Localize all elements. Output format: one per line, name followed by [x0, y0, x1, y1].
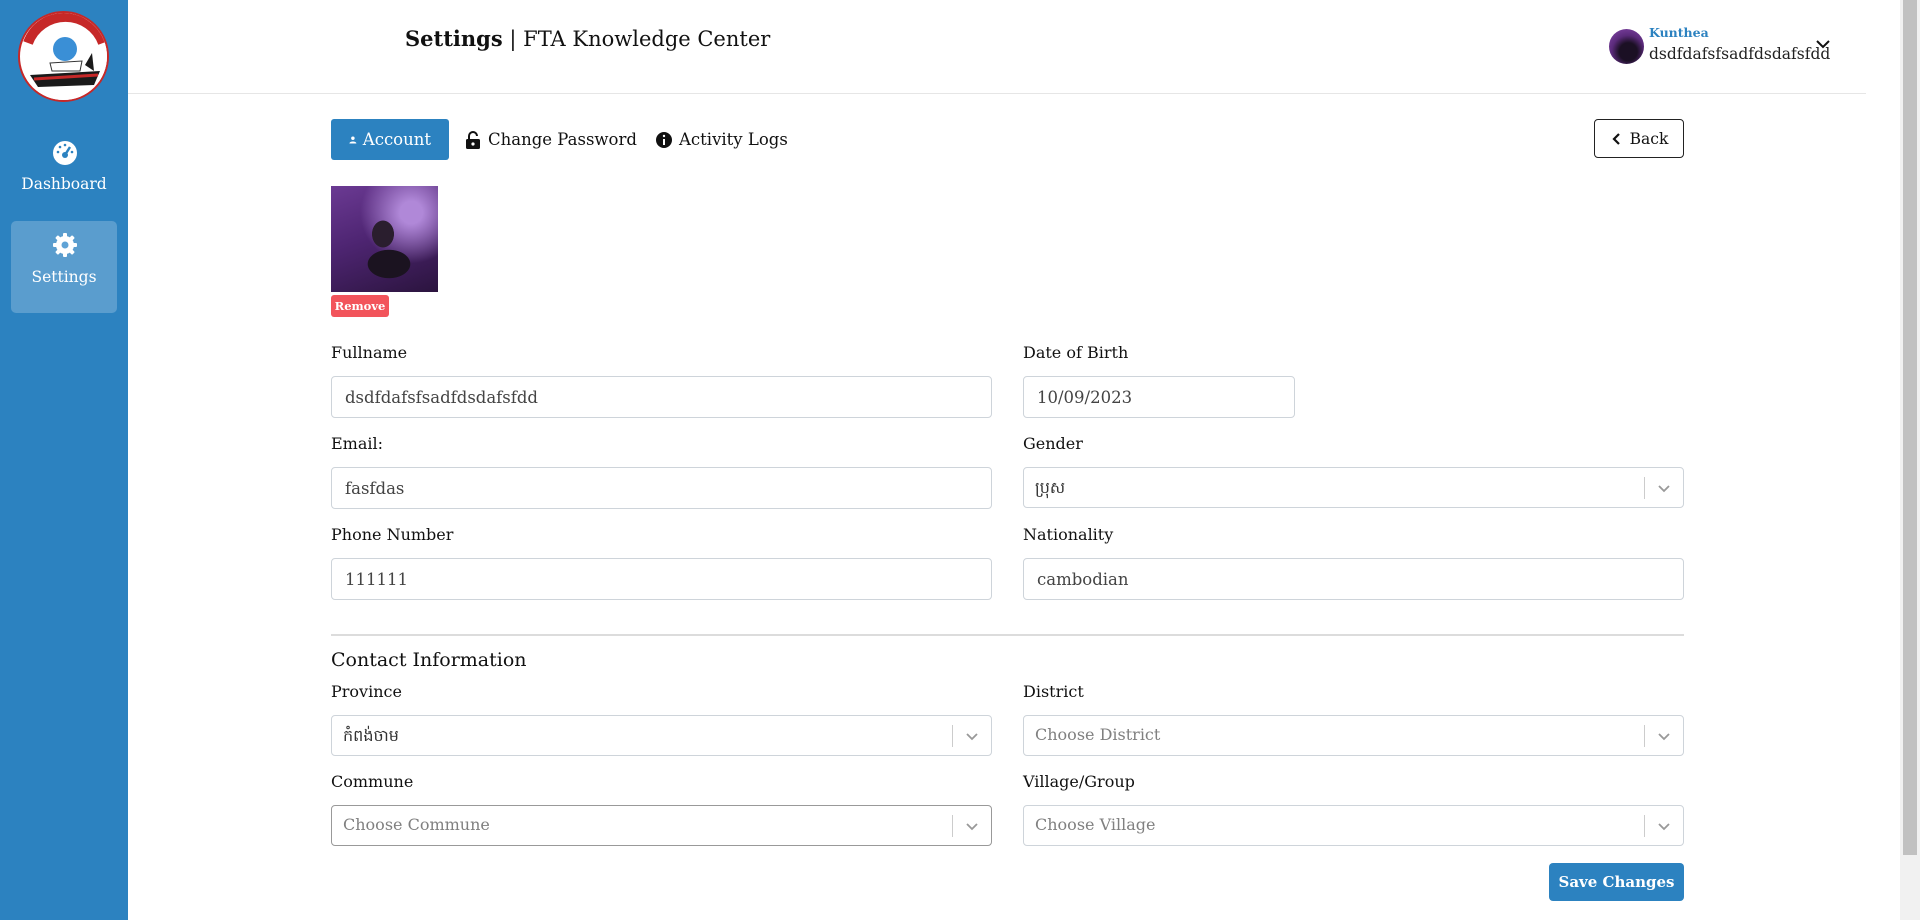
page-title: Settings | FTA Knowledge Center [405, 26, 770, 51]
tab-label: Change Password [488, 130, 637, 149]
back-button[interactable]: Back [1594, 119, 1684, 158]
sidebar-item-label: Settings [31, 268, 97, 286]
sidebar-item-settings[interactable]: Settings [11, 221, 117, 313]
back-label: Back [1629, 129, 1669, 148]
chevron-down-icon[interactable] [964, 728, 980, 744]
nationality-input[interactable] [1023, 558, 1684, 600]
chevron-down-icon[interactable] [1656, 480, 1672, 496]
user-icon [349, 136, 357, 143]
select-separator [1644, 815, 1645, 837]
section-divider [331, 634, 1684, 636]
tab-account[interactable]: Account [331, 119, 449, 160]
email-label: Email: [331, 434, 384, 453]
province-label: Province [331, 682, 402, 701]
commune-select[interactable]: Choose Commune [331, 805, 992, 846]
dob-input[interactable] [1023, 376, 1295, 418]
district-select[interactable]: Choose District [1023, 715, 1684, 756]
page-title-rest: | FTA Knowledge Center [509, 27, 771, 51]
sidebar-item-dashboard[interactable]: Dashboard [11, 128, 117, 220]
chevron-down-icon[interactable] [964, 818, 980, 834]
sidebar: Dashboard Settings [0, 0, 128, 920]
gear-icon [53, 233, 77, 257]
chevron-down-icon[interactable] [1656, 728, 1672, 744]
district-label: District [1023, 682, 1084, 701]
lock-icon [466, 130, 480, 149]
fullname-input[interactable] [331, 376, 992, 418]
dob-label: Date of Birth [1023, 343, 1129, 362]
village-placeholder: Choose Village [1035, 815, 1156, 834]
select-separator [952, 725, 953, 747]
user-name: Kunthea [1649, 25, 1709, 40]
select-separator [1644, 725, 1645, 747]
fullname-label: Fullname [331, 343, 408, 362]
chevron-down-icon[interactable] [1814, 35, 1832, 53]
village-label: Village/Group [1023, 772, 1135, 791]
scrollbar-thumb[interactable] [1903, 0, 1917, 855]
phone-input[interactable] [331, 558, 992, 600]
nationality-label: Nationality [1023, 525, 1114, 544]
gauge-icon [53, 141, 77, 165]
district-placeholder: Choose District [1035, 725, 1161, 744]
profile-photo[interactable] [331, 186, 438, 292]
select-separator [1644, 477, 1645, 499]
phone-label: Phone Number [331, 525, 454, 544]
contact-section-title: Contact Information [331, 649, 527, 671]
commune-placeholder: Choose Commune [343, 815, 490, 834]
remove-photo-button[interactable]: Remove [331, 295, 389, 317]
village-select[interactable]: Choose Village [1023, 805, 1684, 846]
chevron-left-icon [1612, 132, 1620, 145]
gender-select[interactable]: ប្រុស [1023, 467, 1684, 508]
top-header: Settings | FTA Knowledge Center Kunthea … [128, 0, 1866, 94]
commune-label: Commune [331, 772, 414, 791]
select-separator [952, 815, 953, 837]
page-title-strong: Settings [405, 26, 503, 51]
province-value: កំពង់ចាម [343, 726, 399, 745]
tab-label: Account [362, 130, 431, 149]
save-changes-button[interactable]: Save Changes [1549, 863, 1684, 901]
tab-activity-logs[interactable]: Activity Logs [655, 119, 788, 160]
chevron-down-icon[interactable] [1656, 818, 1672, 834]
province-select[interactable]: កំពង់ចាម [331, 715, 992, 756]
tab-label: Activity Logs [679, 130, 788, 149]
user-fullname: dsdfdafsfsadfdsdafsfdd [1649, 45, 1831, 63]
email-field[interactable] [331, 467, 992, 509]
user-menu[interactable]: Kunthea dsdfdafsfsadfdsdafsfdd [1609, 25, 1839, 71]
tab-change-password[interactable]: Change Password [464, 119, 637, 160]
gender-label: Gender [1023, 434, 1083, 453]
info-icon [656, 131, 672, 148]
gender-value: ប្រុស [1035, 478, 1066, 497]
org-logo[interactable] [18, 11, 109, 102]
avatar [1609, 29, 1644, 64]
sidebar-item-label: Dashboard [21, 175, 107, 193]
